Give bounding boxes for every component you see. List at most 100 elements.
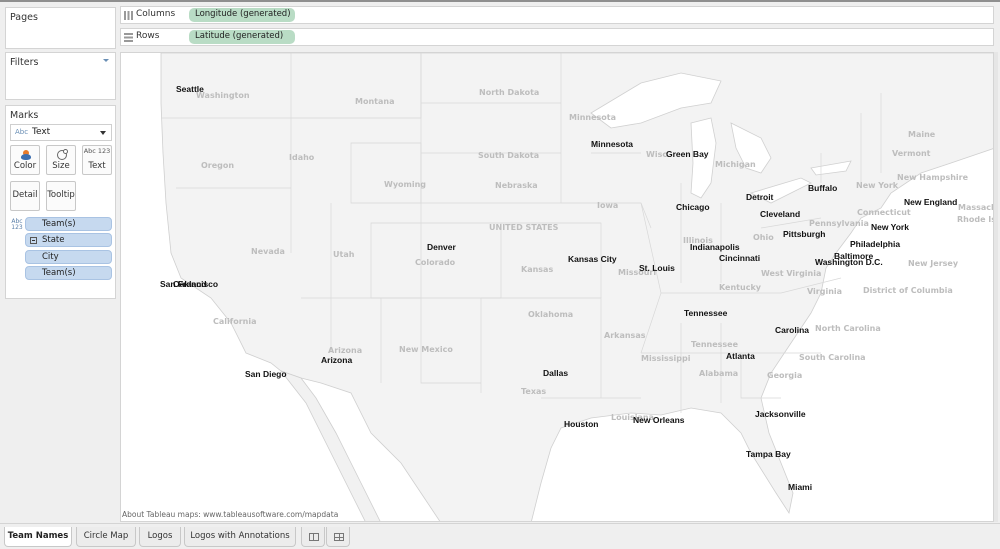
- state-label: UNITED STATES: [489, 223, 559, 232]
- tab-circle-map[interactable]: Circle Map: [76, 527, 136, 547]
- team-label[interactable]: New Orleans: [633, 415, 685, 425]
- state-label: South Carolina: [799, 353, 866, 362]
- state-label: Kentucky: [719, 283, 761, 292]
- marks-pill-state[interactable]: State: [25, 233, 112, 247]
- state-label: Oregon: [201, 161, 235, 170]
- text-button[interactable]: Abc 123 Text: [82, 145, 112, 175]
- team-label[interactable]: Philadelphia: [850, 239, 900, 249]
- team-label[interactable]: Pittsburgh: [783, 229, 826, 239]
- team-label[interactable]: Arizona: [321, 355, 352, 365]
- color-button[interactable]: Color: [10, 145, 40, 175]
- team-label[interactable]: Buffalo: [808, 183, 837, 193]
- team-label[interactable]: Tampa Bay: [746, 449, 791, 459]
- state-label: Michigan: [715, 160, 756, 169]
- text-button-label: Text: [88, 161, 106, 171]
- state-label: Washington: [196, 91, 250, 100]
- rows-label: Rows: [136, 31, 160, 41]
- tooltip-button[interactable]: Tooltip: [46, 181, 76, 211]
- detail-button-label: Detail: [12, 190, 38, 200]
- text-icon: Abc 123: [83, 147, 111, 155]
- pill-label: Team(s): [42, 268, 76, 278]
- team-label[interactable]: Cincinnati: [719, 253, 760, 263]
- pages-title: Pages: [10, 12, 38, 23]
- state-label: Nevada: [251, 247, 285, 256]
- new-worksheet-button[interactable]: [301, 527, 325, 547]
- state-label: North Carolina: [815, 324, 881, 333]
- team-label[interactable]: Minnesota: [591, 139, 633, 149]
- state-label: Utah: [333, 250, 355, 259]
- pill-label: State: [42, 235, 65, 245]
- pages-card[interactable]: Pages: [5, 7, 116, 49]
- tab-logos[interactable]: Logos: [139, 527, 181, 547]
- marks-pill-teams[interactable]: Team(s): [25, 217, 112, 231]
- filters-title: Filters: [6, 53, 115, 69]
- state-label: New York: [856, 181, 899, 190]
- filters-menu-caret-icon[interactable]: [103, 59, 109, 62]
- state-label: South Dakota: [478, 151, 540, 160]
- team-label[interactable]: Tennessee: [684, 308, 727, 318]
- team-label[interactable]: Kansas City: [568, 254, 617, 264]
- map-view[interactable]: Washington Montana North Dakota Minnesota Or…: [120, 52, 994, 522]
- state-label: Maine: [908, 130, 936, 139]
- team-label[interactable]: Chicago: [676, 202, 710, 212]
- tooltip-button-label: Tooltip: [47, 190, 75, 200]
- color-button-label: Color: [13, 161, 37, 171]
- state-label: Alabama: [699, 369, 739, 378]
- state-label: Georgia: [767, 371, 803, 380]
- state-label: Colorado: [415, 258, 456, 267]
- team-label[interactable]: Indianapolis: [690, 242, 740, 252]
- team-label[interactable]: Denver: [427, 242, 456, 252]
- state-label: Tennessee: [691, 340, 739, 349]
- size-button-label: Size: [52, 161, 70, 171]
- state-label: Montana: [355, 97, 395, 106]
- rows-icon: [124, 33, 133, 42]
- team-label[interactable]: Jacksonville: [755, 409, 806, 419]
- team-label[interactable]: Washington D.C.: [815, 257, 883, 267]
- team-label[interactable]: New York: [871, 222, 909, 232]
- mark-type-dropdown[interactable]: Abc Text: [10, 124, 112, 141]
- team-label[interactable]: San Diego: [245, 369, 287, 379]
- tab-team-names[interactable]: Team Names: [4, 527, 72, 547]
- state-label: Oklahoma: [528, 310, 574, 319]
- map-attribution-link[interactable]: About Tableau maps: www.tableausoftware.…: [122, 510, 338, 519]
- team-label[interactable]: Dallas: [543, 368, 568, 378]
- team-label[interactable]: Green Bay: [666, 149, 709, 159]
- marks-title: Marks: [10, 110, 39, 121]
- team-label[interactable]: New England: [904, 197, 957, 207]
- state-label: Texas: [521, 387, 547, 396]
- team-label[interactable]: Miami: [788, 482, 812, 492]
- marks-pill-city[interactable]: City: [25, 250, 112, 264]
- team-label[interactable]: Seattle: [176, 84, 204, 94]
- marks-pill-teams-2[interactable]: Team(s): [25, 266, 112, 280]
- columns-shelf[interactable]: Columns Longitude (generated): [120, 6, 994, 24]
- team-label[interactable]: Oakland: [173, 279, 207, 289]
- detail-button[interactable]: Detail: [10, 181, 40, 211]
- team-label[interactable]: Cleveland: [760, 209, 800, 219]
- state-label: Mississippi: [641, 354, 691, 363]
- rows-shelf[interactable]: Rows Latitude (generated): [120, 28, 994, 46]
- new-worksheet-icon: [309, 533, 319, 541]
- team-label[interactable]: Atlanta: [726, 351, 755, 361]
- state-label: Rhode Island: [957, 215, 993, 224]
- size-button[interactable]: Size: [46, 145, 76, 175]
- new-dashboard-button[interactable]: [326, 527, 350, 547]
- team-label[interactable]: Carolina: [775, 325, 809, 335]
- state-label: Vermont: [892, 149, 931, 158]
- columns-icon: [124, 11, 133, 20]
- collapse-icon[interactable]: [30, 237, 37, 244]
- state-label: Virginia: [807, 287, 843, 296]
- team-label[interactable]: Detroit: [746, 192, 773, 202]
- filters-card[interactable]: Filters: [5, 52, 116, 100]
- state-label: Idaho: [289, 153, 315, 162]
- text-mark-icon: Abc: [15, 128, 29, 136]
- tableau-window: Pages Filters Marks Abc Text Color Size …: [0, 0, 1000, 549]
- longitude-pill[interactable]: Longitude (generated): [189, 8, 295, 22]
- vertical-scrollbar[interactable]: [994, 52, 998, 522]
- text-field-icon: Abc 123: [11, 218, 23, 231]
- state-label: District of Columbia: [863, 286, 953, 295]
- tab-logos-with-annotations[interactable]: Logos with Annotations: [184, 527, 296, 547]
- team-label[interactable]: Houston: [564, 419, 598, 429]
- team-label[interactable]: St. Louis: [639, 263, 675, 273]
- state-label: Massachusetts: [958, 203, 993, 212]
- latitude-pill[interactable]: Latitude (generated): [189, 30, 295, 44]
